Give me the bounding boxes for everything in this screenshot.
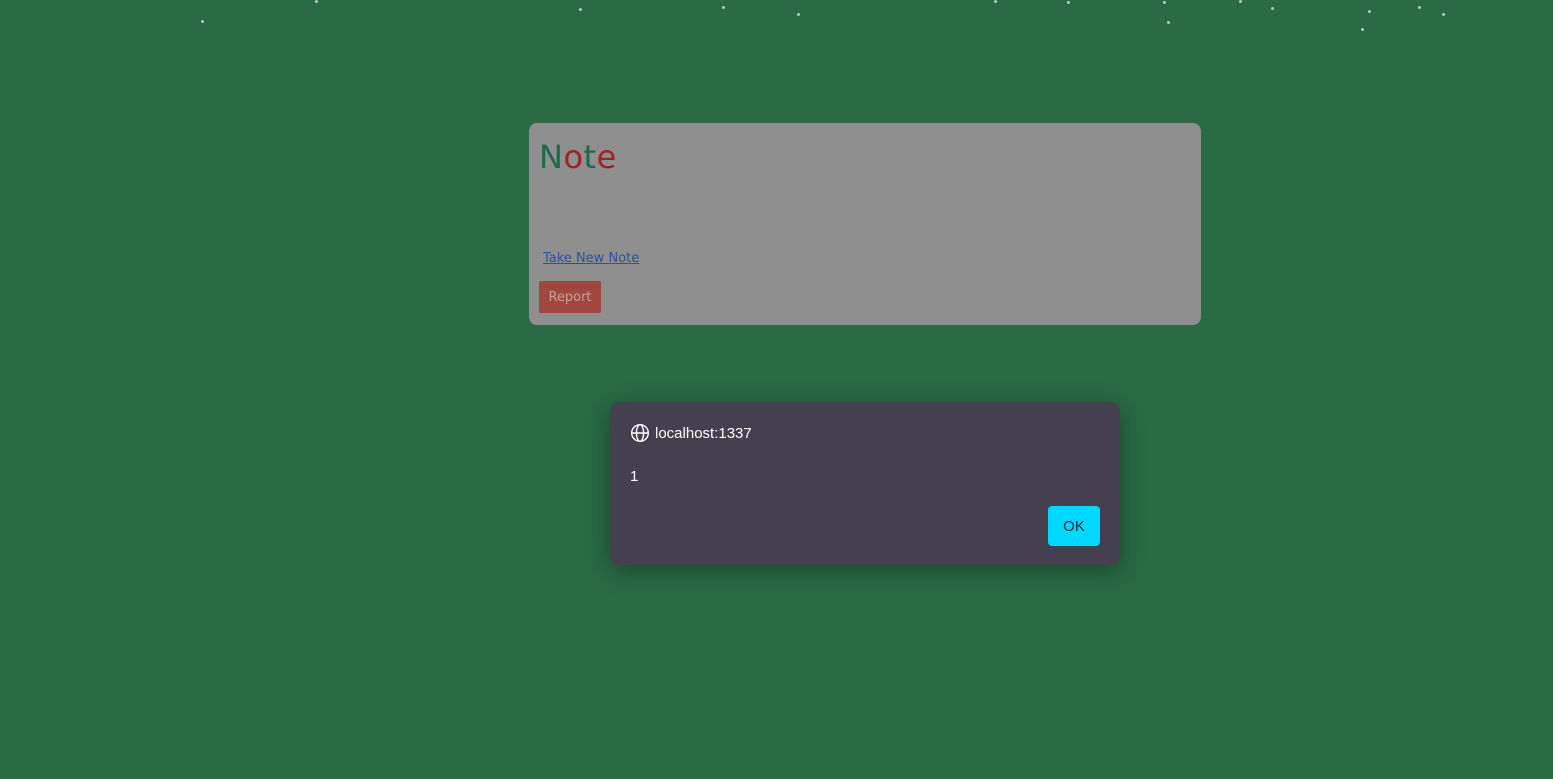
dialog-message: 1 (630, 468, 639, 485)
snowflake (1368, 10, 1371, 13)
ok-button[interactable]: OK (1048, 506, 1100, 546)
snowflake (1361, 28, 1364, 31)
snowflake (1067, 1, 1070, 4)
note-card: Note Take New Note Report (529, 123, 1201, 325)
snowflake (722, 6, 725, 9)
take-new-note-link[interactable]: Take New Note (543, 251, 639, 266)
page-title: Note (539, 141, 617, 173)
snowflake (579, 8, 582, 11)
snowflake (1167, 21, 1170, 24)
title-letter: N (539, 138, 564, 176)
alert-dialog: localhost:1337 1 OK (610, 402, 1120, 565)
snowflake (1271, 7, 1274, 10)
report-button[interactable]: Report (539, 281, 601, 313)
snowflake (201, 20, 204, 23)
title-letter: e (596, 138, 617, 176)
snowflake (1442, 13, 1445, 16)
snowflake (1163, 1, 1166, 4)
title-letter: t (583, 138, 597, 176)
snowflake (315, 0, 318, 3)
dialog-origin: localhost:1337 (655, 424, 752, 442)
globe-icon (630, 423, 650, 443)
title-letter: o (563, 138, 584, 176)
snowflake (1239, 0, 1242, 3)
dialog-header: localhost:1337 (630, 422, 752, 444)
page-background: Note Take New Note Report localhost:1337… (0, 0, 1553, 779)
snowflake (797, 13, 800, 16)
snowflake (1418, 6, 1421, 9)
snowflake (994, 0, 997, 3)
